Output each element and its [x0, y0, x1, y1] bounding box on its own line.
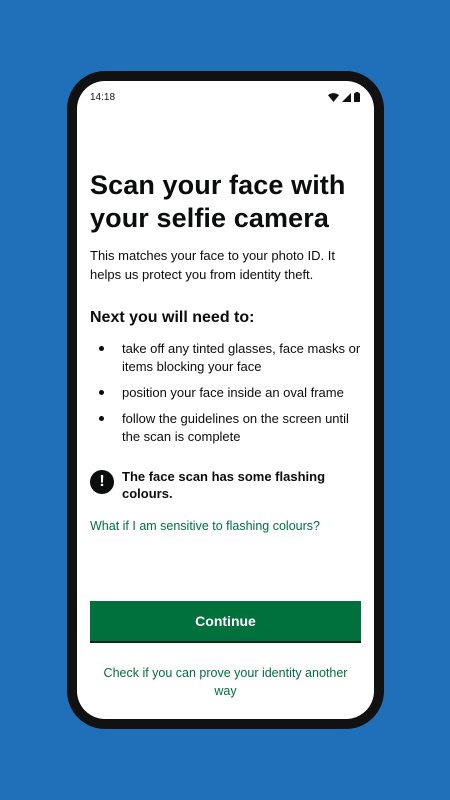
status-time: 14:18: [90, 92, 116, 103]
page-title: Scan your face with your selfie camera: [90, 170, 346, 233]
status-bar: 14:18: [77, 81, 374, 113]
main-content: Scan your face with your selfie camera T…: [90, 169, 362, 535]
requirements-heading: Next you will need to:: [90, 309, 255, 326]
warning-callout: ! The face scan has some flashing colour…: [90, 468, 362, 502]
phone-frame: 14:18 Scan your face with your selfie ca…: [67, 71, 384, 729]
bullet-icon: [99, 390, 104, 395]
background: 14:18 Scan your face with your selfie ca…: [0, 0, 450, 800]
prove-identity-another-way-link[interactable]: Check if you can prove your identity ano…: [97, 664, 354, 700]
list-item-text: take off any tinted glasses, face masks …: [122, 341, 361, 374]
flashing-colours-link[interactable]: What if I am sensitive to flashing colou…: [90, 518, 362, 535]
warning-icon: !: [90, 470, 114, 494]
bullet-icon: [99, 416, 104, 421]
intro-text: This matches your face to your photo ID.…: [90, 248, 335, 282]
battery-icon: [354, 92, 360, 102]
signal-icon: [342, 92, 351, 102]
list-item-text: position your face inside an oval frame: [122, 385, 344, 400]
warning-text: The face scan has some flashing colours.: [122, 469, 326, 501]
wifi-icon: [328, 92, 339, 102]
continue-button[interactable]: Continue: [90, 601, 361, 641]
requirements-list: take off any tinted glasses, face masks …: [90, 340, 362, 446]
list-item-text: follow the guidelines on the screen unti…: [122, 411, 349, 444]
status-icons: [328, 92, 360, 102]
bullet-icon: [99, 346, 104, 351]
list-item: position your face inside an oval frame: [90, 384, 362, 402]
list-item: follow the guidelines on the screen unti…: [90, 410, 362, 446]
phone-screen: 14:18 Scan your face with your selfie ca…: [77, 81, 374, 719]
list-item: take off any tinted glasses, face masks …: [90, 340, 362, 376]
